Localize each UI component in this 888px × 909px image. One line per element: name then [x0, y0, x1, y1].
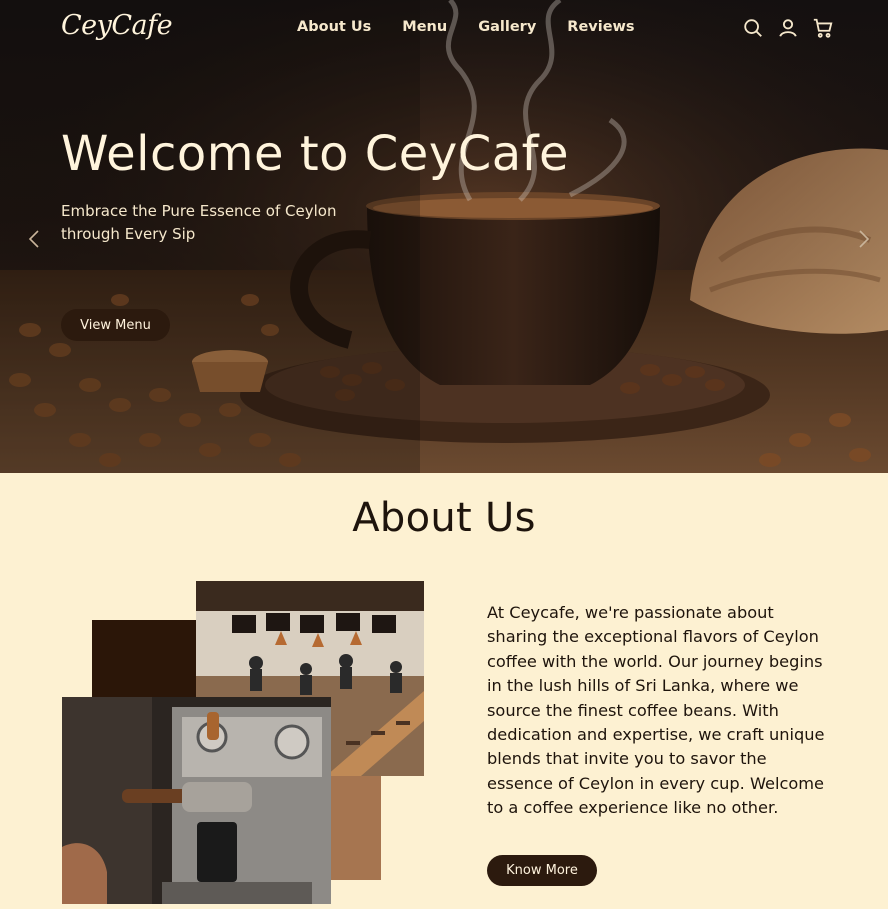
cart-icon[interactable] — [812, 17, 834, 39]
know-more-button[interactable]: Know More — [487, 855, 597, 886]
hero-title: Welcome to CeyCafe — [61, 126, 570, 182]
nav-link-reviews[interactable]: Reviews — [567, 19, 634, 35]
espresso-machine-photo — [62, 697, 331, 904]
nav-icons — [742, 17, 834, 39]
nav-link-gallery[interactable]: Gallery — [478, 19, 536, 35]
chevron-left-icon[interactable] — [26, 228, 42, 250]
nav-link-menu[interactable]: Menu — [402, 19, 447, 35]
search-icon[interactable] — [742, 17, 764, 39]
nav-link-about-us[interactable]: About Us — [297, 19, 371, 35]
about-description: At Ceycafe, we're passionate about shari… — [487, 603, 825, 818]
hero-banner: CeyCafe About Us Menu Gallery Reviews We… — [0, 0, 888, 473]
about-heading: About Us — [352, 495, 536, 541]
decorative-dark-block — [92, 620, 198, 698]
chevron-right-icon[interactable] — [856, 228, 872, 250]
logo[interactable]: CeyCafe — [61, 10, 173, 41]
top-navigation: CeyCafe About Us Menu Gallery Reviews — [0, 0, 888, 56]
user-icon[interactable] — [777, 17, 799, 39]
view-menu-button[interactable]: View Menu — [61, 309, 170, 341]
decorative-tan-block — [331, 776, 381, 880]
hero-subtitle: Embrace the Pure Essence of Ceylon throu… — [61, 202, 337, 243]
nav-links: About Us Menu Gallery Reviews — [297, 19, 635, 35]
